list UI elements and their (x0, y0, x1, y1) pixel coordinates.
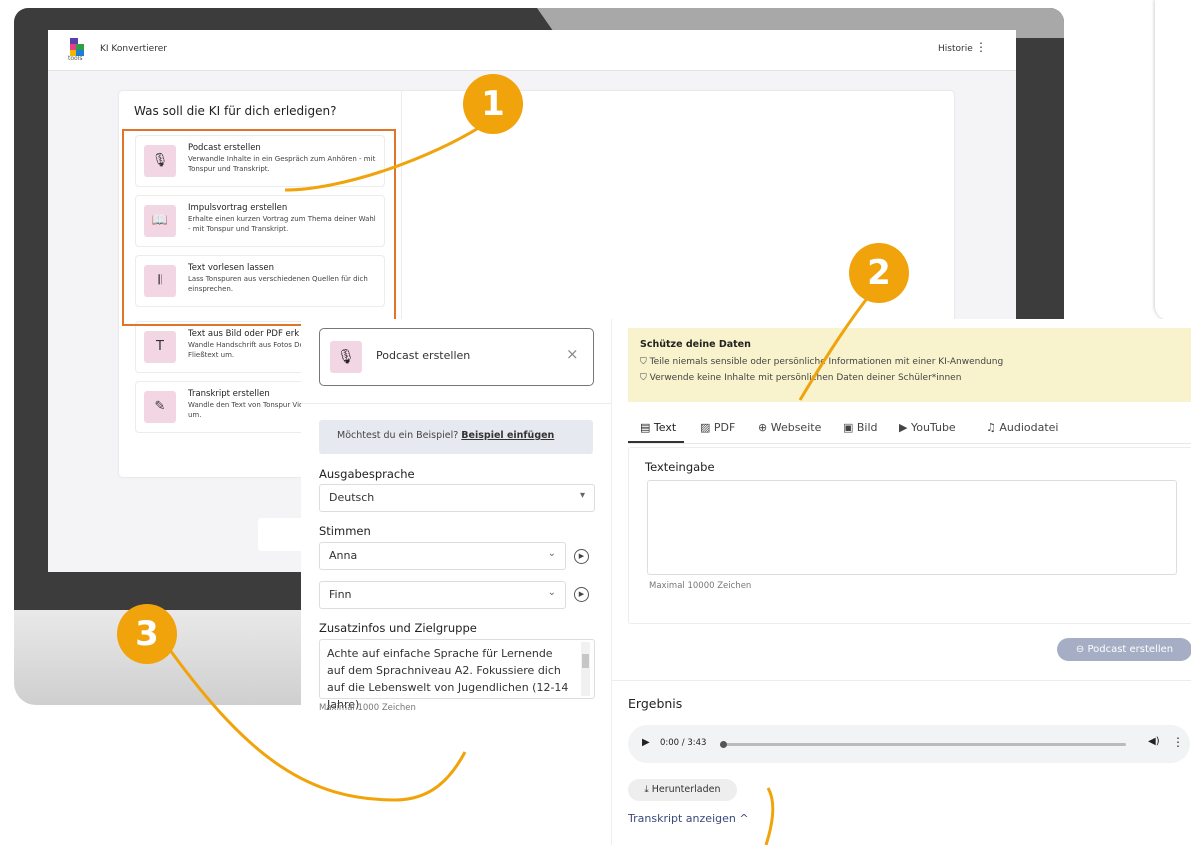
step-marker-1: 1 (463, 74, 523, 134)
connector-lines (168, 120, 874, 845)
step-marker-3: 3 (117, 604, 177, 664)
step-marker-2: 2 (849, 243, 909, 303)
